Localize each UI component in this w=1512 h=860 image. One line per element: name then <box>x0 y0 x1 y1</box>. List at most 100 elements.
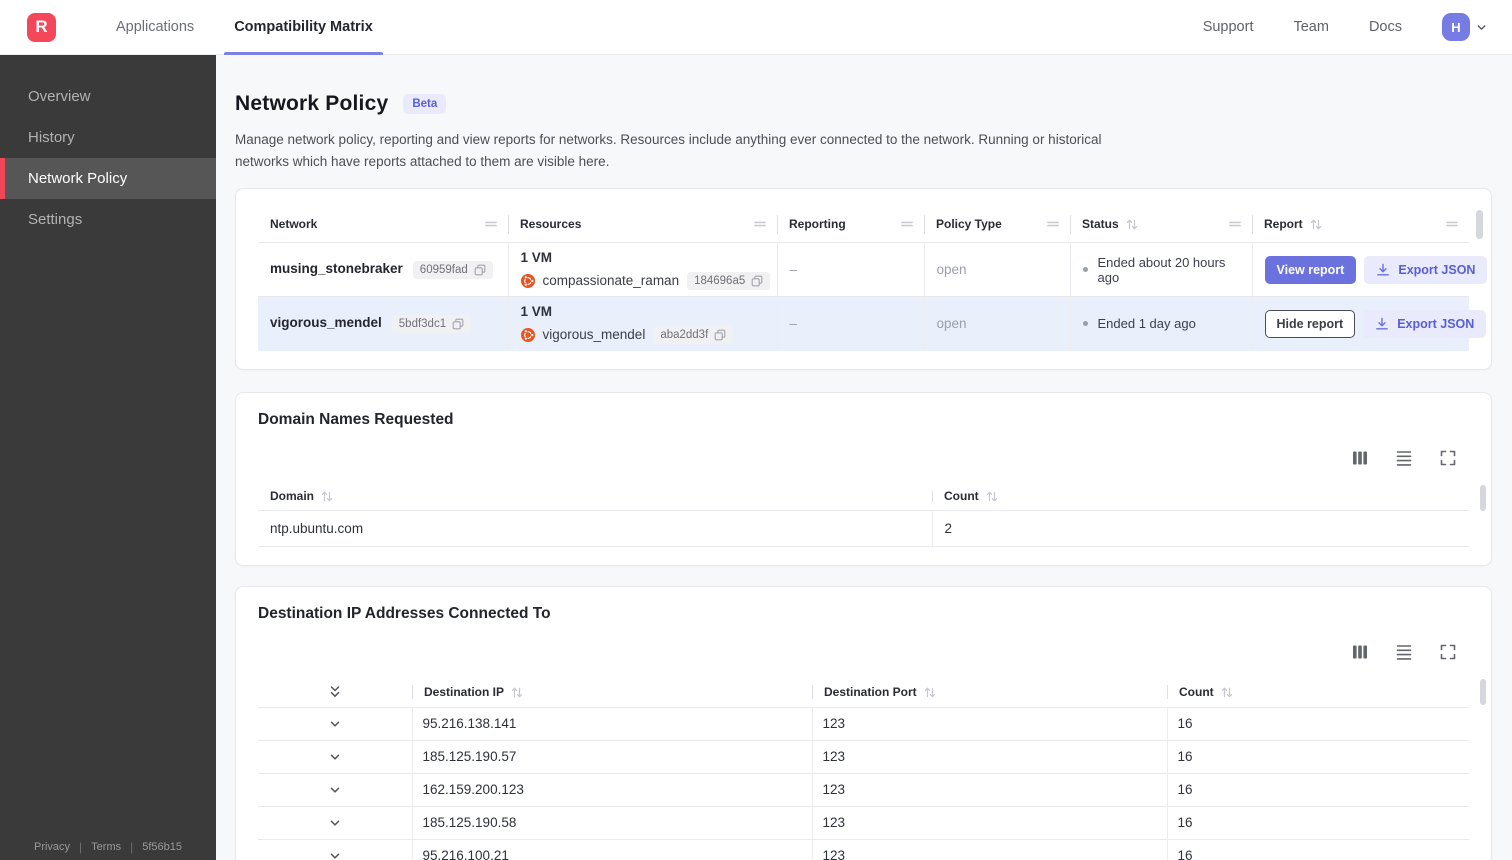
column-resize-handle[interactable] <box>484 219 498 229</box>
sidebar-item-overview[interactable]: Overview <box>0 76 216 117</box>
app-logo[interactable]: R <box>27 12 56 42</box>
view-report-button[interactable]: View report <box>1264 255 1357 284</box>
column-resize-handle[interactable] <box>1228 219 1242 229</box>
fullscreen-icon[interactable] <box>1439 449 1457 467</box>
sidebar-item-network-policy[interactable]: Network Policy <box>0 158 216 199</box>
table-toolbar <box>258 643 1457 661</box>
fullscreen-icon[interactable] <box>1439 643 1457 661</box>
destination-port-value: 123 <box>811 772 1167 807</box>
table-row: 95.216.100.21 123 16 <box>258 838 1469 860</box>
col-count: Count <box>932 483 1469 511</box>
copy-icon[interactable] <box>751 275 763 287</box>
destination-ip-value: 162.159.200.123 <box>411 772 812 807</box>
col-report: Report <box>1252 207 1483 243</box>
network-name: vigorous_mendel <box>270 314 382 330</box>
expand-row-icon[interactable] <box>328 750 342 764</box>
link-team[interactable]: Team <box>1293 19 1328 35</box>
tab-applications[interactable]: Applications <box>114 0 196 55</box>
ubuntu-icon <box>520 327 535 342</box>
status-dot <box>1082 267 1088 273</box>
table-scrollbar[interactable] <box>1480 679 1486 706</box>
col-destination-port: Destination Port <box>812 677 1167 707</box>
user-menu[interactable]: H <box>1442 13 1488 41</box>
download-icon <box>1375 317 1389 331</box>
expand-row-icon[interactable] <box>328 849 342 860</box>
export-json-button[interactable]: Export JSON <box>1364 255 1488 284</box>
build-version: 5f56b15 <box>142 841 183 853</box>
sidebar-footer: Privacy | Terms | 5f56b15 <box>0 840 216 854</box>
table-row[interactable]: musing_stonebraker 60959fad 1 VM compassi… <box>258 242 1488 297</box>
table-row: 185.125.190.57 123 16 <box>258 739 1469 774</box>
sort-icon[interactable] <box>986 491 998 502</box>
status-dot <box>1082 321 1088 327</box>
destinations-card-title: Destination IP Addresses Connected To <box>258 605 551 623</box>
terms-link[interactable]: Terms <box>91 841 121 853</box>
copy-icon[interactable] <box>452 318 464 330</box>
networks-card: Network Resources Reporting Policy Type … <box>235 187 1492 370</box>
table-toolbar <box>258 449 1457 467</box>
sidebar: Overview History Network Policy Settings… <box>0 55 216 860</box>
network-name: musing_stonebraker <box>270 260 403 276</box>
col-expander <box>258 677 412 707</box>
destination-ip-value: 185.125.190.57 <box>411 739 812 774</box>
col-domain-label: Domain <box>270 489 315 504</box>
network-id-chip: 60959fad <box>412 260 493 279</box>
page-title: Network Policy <box>235 92 389 115</box>
avatar[interactable]: H <box>1442 13 1470 41</box>
count-value: 16 <box>1166 838 1469 860</box>
network-id-chip: 5bdf3dc1 <box>391 314 472 333</box>
destination-port-value: 123 <box>811 706 1167 741</box>
resource-id: 184696a5 <box>694 274 746 287</box>
sort-icon[interactable] <box>1310 219 1322 230</box>
columns-icon[interactable] <box>1351 643 1369 661</box>
hide-report-button[interactable]: Hide report <box>1264 309 1356 338</box>
column-resize-handle[interactable] <box>753 219 767 229</box>
col-policy-type: Policy Type <box>924 207 1070 243</box>
rows-density-icon[interactable] <box>1395 643 1413 661</box>
column-resize-handle[interactable] <box>900 219 914 229</box>
destination-ip-value: 95.216.100.21 <box>411 838 812 860</box>
columns-icon[interactable] <box>1351 449 1369 467</box>
table-row: ntp.ubuntu.com 2 <box>258 510 1469 548</box>
expand-all-icon[interactable] <box>328 684 342 699</box>
sort-icon[interactable] <box>924 687 936 698</box>
copy-icon[interactable] <box>714 329 726 341</box>
table-scrollbar[interactable] <box>1480 484 1486 511</box>
domains-card: Domain Names Requested Domain Count ntp.… <box>235 391 1492 567</box>
col-policy-type-label: Policy Type <box>936 217 1002 232</box>
resource-name: compassionate_raman <box>542 273 680 289</box>
sort-icon[interactable] <box>321 491 333 502</box>
link-docs[interactable]: Docs <box>1369 19 1402 35</box>
network-id: 60959fad <box>419 263 468 276</box>
link-support[interactable]: Support <box>1203 19 1254 35</box>
resource-name: vigorous_mendel <box>542 327 646 343</box>
col-count-label: Count <box>944 489 979 504</box>
export-json-button[interactable]: Export JSON <box>1363 309 1487 338</box>
col-reporting-label: Reporting <box>789 217 846 232</box>
table-row[interactable]: vigorous_mendel 5bdf3dc1 1 VM vigorous_me… <box>258 296 1487 351</box>
status-text: Ended about 20 hours ago <box>1097 254 1226 285</box>
privacy-link[interactable]: Privacy <box>34 841 70 853</box>
sidebar-item-history[interactable]: History <box>0 117 216 158</box>
table-scrollbar[interactable] <box>1476 209 1483 239</box>
export-json-label: Export JSON <box>1397 316 1475 331</box>
column-resize-handle[interactable] <box>1046 219 1060 229</box>
policy-type-value: open <box>923 242 1070 297</box>
networks-table: Network Resources Reporting Policy Type … <box>258 207 1488 351</box>
expand-row-icon[interactable] <box>328 717 342 731</box>
expand-row-icon[interactable] <box>328 783 342 797</box>
domain-value: ntp.ubuntu.com <box>258 510 932 548</box>
expand-row-icon[interactable] <box>328 816 342 830</box>
sidebar-item-settings[interactable]: Settings <box>0 199 216 240</box>
vm-count: 1 VM <box>520 303 553 319</box>
count-value: 16 <box>1166 706 1469 741</box>
sort-icon[interactable] <box>511 687 523 698</box>
count-value: 2 <box>931 510 1469 548</box>
copy-icon[interactable] <box>474 264 486 276</box>
rows-density-icon[interactable] <box>1395 449 1413 467</box>
column-resize-handle[interactable] <box>1445 219 1459 229</box>
tab-compatibility-matrix[interactable]: Compatibility Matrix <box>224 0 383 55</box>
export-json-label: Export JSON <box>1398 262 1476 277</box>
sort-icon[interactable] <box>1221 687 1233 698</box>
sort-icon[interactable] <box>1126 219 1138 230</box>
